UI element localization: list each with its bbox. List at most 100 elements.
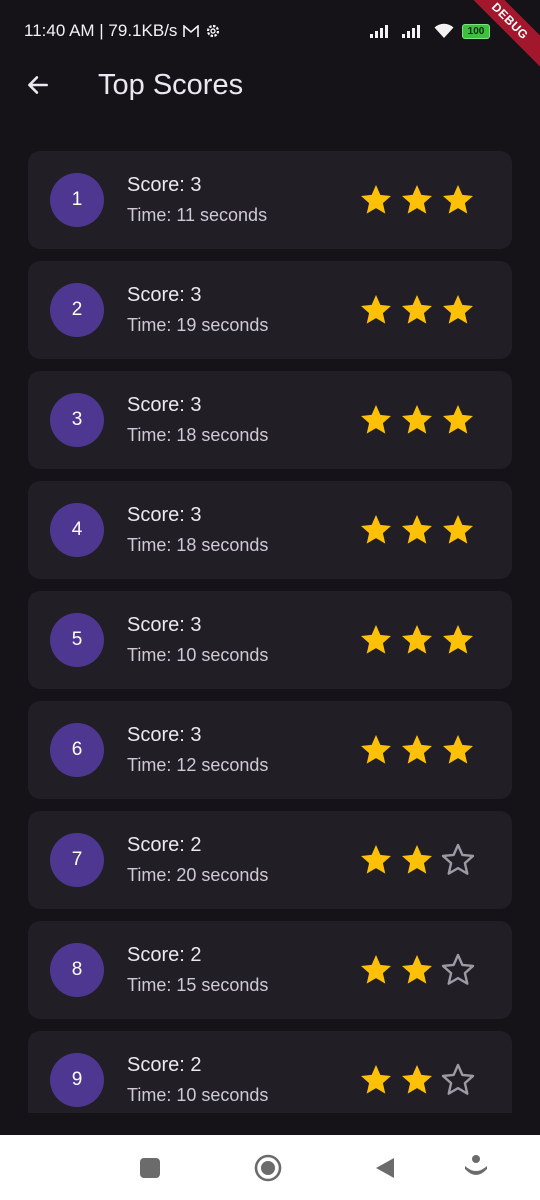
rank-badge: 3 — [50, 393, 104, 447]
back-button[interactable] — [18, 65, 58, 105]
star-rating — [358, 182, 476, 218]
score-card[interactable]: 8 Score: 2 Time: 15 seconds — [28, 921, 512, 1019]
score-details: Score: 3 Time: 12 seconds — [127, 724, 358, 776]
star-filled-icon — [443, 295, 473, 324]
star-rating — [358, 842, 476, 878]
score-label: Score: 2 — [127, 944, 202, 966]
star-filled-icon — [443, 625, 473, 654]
rank-badge: 1 — [50, 173, 104, 227]
status-right: 100 — [370, 23, 516, 39]
home-circle-icon — [254, 1154, 282, 1182]
time-label: Time: 10 seconds — [127, 645, 269, 665]
star-filled-icon — [402, 515, 432, 544]
page-title: Top Scores — [98, 68, 244, 101]
star-rating — [358, 952, 476, 988]
scores-list[interactable]: 1 Score: 3 Time: 11 seconds 2 Score: 3 Time: … — [28, 151, 512, 1113]
score-label: Score: 2 — [127, 834, 202, 856]
star-filled-icon — [361, 845, 391, 874]
score-card[interactable]: 3 Score: 3 Time: 18 seconds — [28, 371, 512, 469]
star-filled-icon — [402, 735, 432, 764]
star-filled-icon — [443, 735, 473, 764]
star-filled-icon — [402, 405, 432, 434]
home-button[interactable] — [254, 1154, 282, 1187]
time-label: Time: 18 seconds — [127, 535, 269, 555]
time-label: Time: 18 seconds — [127, 425, 269, 445]
score-details: Score: 3 Time: 18 seconds — [127, 394, 358, 446]
score-card[interactable]: 6 Score: 3 Time: 12 seconds — [28, 701, 512, 799]
signal-bars-icon — [370, 25, 388, 38]
score-card[interactable]: 1 Score: 3 Time: 11 seconds — [28, 151, 512, 249]
recents-button[interactable] — [139, 1157, 161, 1184]
score-card[interactable]: 7 Score: 2 Time: 20 seconds — [28, 811, 512, 909]
star-filled-icon — [361, 515, 391, 544]
score-details: Score: 2 Time: 15 seconds — [127, 944, 358, 996]
star-outline-icon — [441, 843, 475, 875]
triangle-back-icon — [376, 1158, 394, 1178]
star-filled-icon — [402, 625, 432, 654]
time-label: Time: 10 seconds — [127, 1085, 269, 1105]
star-rating — [358, 622, 476, 658]
assistant-icon — [465, 1155, 487, 1175]
rank-badge: 7 — [50, 833, 104, 887]
rank-badge: 9 — [50, 1053, 104, 1107]
star-filled-icon — [402, 185, 432, 214]
score-label: Score: 3 — [127, 284, 202, 306]
score-card[interactable]: 5 Score: 3 Time: 10 seconds — [28, 591, 512, 689]
arrow-back-icon — [28, 76, 48, 94]
mail-icon — [183, 24, 200, 37]
star-filled-icon — [361, 1065, 391, 1094]
star-filled-icon — [361, 405, 391, 434]
star-rating — [358, 732, 476, 768]
star-outline-icon — [441, 953, 475, 985]
star-outline-icon — [441, 1063, 475, 1095]
rank-badge: 5 — [50, 613, 104, 667]
star-filled-icon — [361, 625, 391, 654]
time-label: Time: 15 seconds — [127, 975, 269, 995]
star-filled-icon — [402, 1065, 432, 1094]
star-filled-icon — [443, 185, 473, 214]
score-card[interactable]: 4 Score: 3 Time: 18 seconds — [28, 481, 512, 579]
star-filled-icon — [443, 515, 473, 544]
rank-badge: 2 — [50, 283, 104, 337]
star-rating — [358, 512, 476, 548]
score-label: Score: 3 — [127, 394, 202, 416]
star-rating — [358, 402, 476, 438]
back-nav-button[interactable] — [374, 1156, 396, 1185]
star-filled-icon — [402, 845, 432, 874]
rank-badge: 4 — [50, 503, 104, 557]
settings-gear-icon — [207, 24, 220, 38]
star-filled-icon — [361, 295, 391, 324]
score-label: Score: 3 — [127, 614, 202, 636]
time-label: Time: 12 seconds — [127, 755, 269, 775]
score-card[interactable]: 2 Score: 3 Time: 19 seconds — [28, 261, 512, 359]
star-filled-icon — [361, 735, 391, 764]
score-label: Score: 3 — [127, 174, 202, 196]
time-label: Time: 20 seconds — [127, 865, 269, 885]
star-filled-icon — [402, 955, 432, 984]
score-details: Score: 2 Time: 20 seconds — [127, 834, 358, 886]
score-details: Score: 3 Time: 18 seconds — [127, 504, 358, 556]
app-bar: Top Scores — [0, 62, 540, 108]
time-label: Time: 19 seconds — [127, 315, 269, 335]
assistant-button[interactable] — [463, 1154, 489, 1187]
score-details: Score: 2 Time: 10 seconds — [127, 1054, 358, 1106]
score-details: Score: 3 Time: 11 seconds — [127, 174, 358, 226]
square-icon — [140, 1158, 160, 1178]
star-filled-icon — [361, 955, 391, 984]
star-filled-icon — [361, 185, 391, 214]
battery-indicator: 100 — [462, 23, 490, 39]
score-label: Score: 3 — [127, 724, 202, 746]
signal-bars-icon — [402, 25, 420, 38]
score-card[interactable]: 9 Score: 2 Time: 10 seconds — [28, 1031, 512, 1113]
rank-badge: 6 — [50, 723, 104, 777]
score-details: Score: 3 Time: 10 seconds — [127, 614, 358, 666]
system-nav-bar — [0, 1135, 540, 1200]
star-rating — [358, 1062, 476, 1098]
rank-badge: 8 — [50, 943, 104, 997]
status-bar: 11:40 AM | 79.1KB/s 100 — [0, 0, 540, 62]
star-rating — [358, 292, 476, 328]
star-filled-icon — [402, 295, 432, 324]
status-left: 11:40 AM | 79.1KB/s — [24, 21, 221, 41]
time-label: Time: 11 seconds — [127, 205, 268, 225]
status-time: 11:40 AM | 79.1KB/s — [24, 21, 178, 40]
